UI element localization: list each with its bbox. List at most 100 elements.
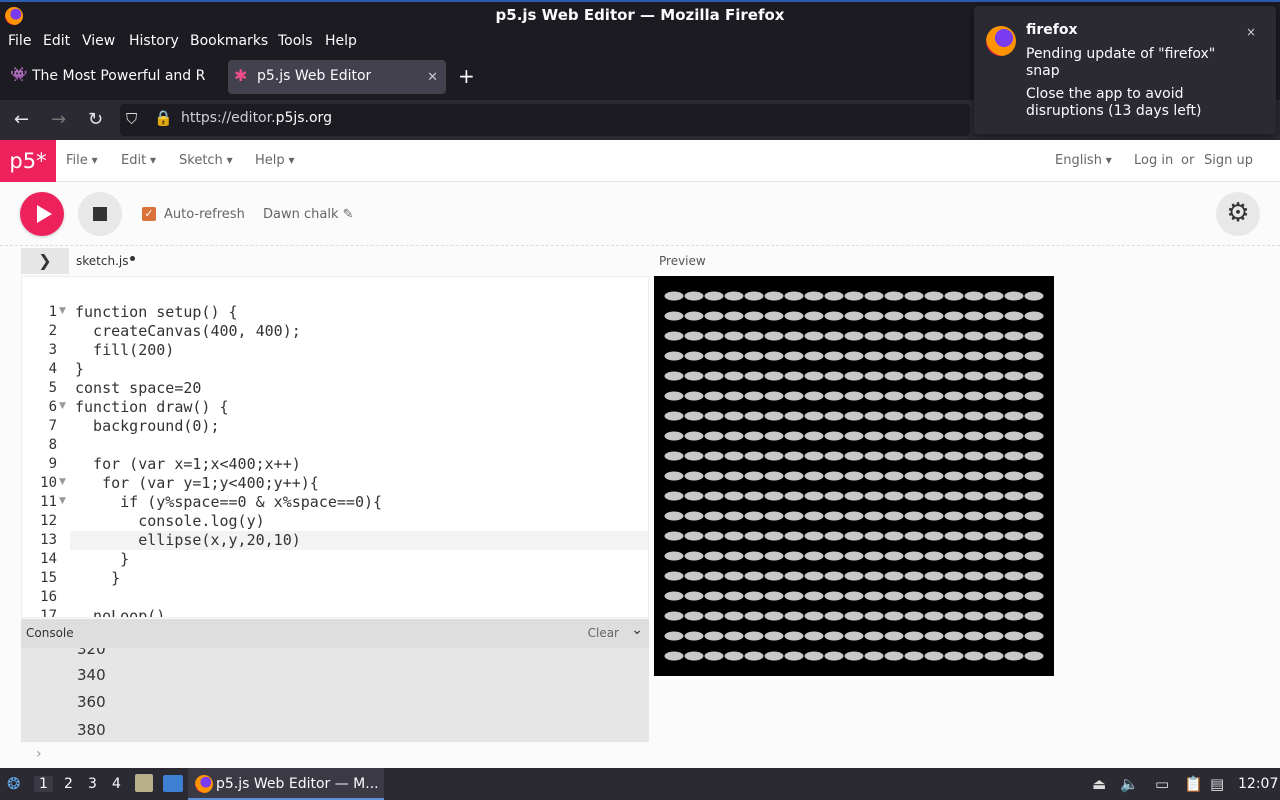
canvas-ellipse [803, 310, 825, 322]
login-link[interactable]: Log in [1134, 153, 1173, 168]
line-number: 10 [40, 475, 57, 491]
code-line[interactable]: ellipse(x,y,20,10) [75, 531, 301, 549]
canvas-ellipse [663, 590, 685, 602]
expand-sidebar-button[interactable]: ❯ [21, 248, 69, 274]
code-line[interactable]: } [75, 569, 120, 587]
snap-update-notification[interactable]: firefox Pending update of "firefox" snap… [974, 6, 1276, 134]
code-line[interactable]: function setup() { [75, 303, 238, 321]
notes-icon[interactable]: ▤ [1210, 775, 1224, 793]
code-line[interactable]: for (var y=1;y<400;y++){ [75, 474, 319, 492]
chevron-down-icon[interactable]: ⌄ [631, 622, 643, 638]
code-line[interactable]: const space=20 [75, 379, 201, 397]
start-menu-icon[interactable]: ❂ [7, 774, 20, 793]
p5-menu-sketch[interactable]: Sketch [179, 153, 233, 168]
file-tab-sketch-js[interactable]: sketch.js [76, 254, 128, 268]
menu-edit[interactable]: Edit [43, 33, 70, 49]
canvas-ellipse [703, 410, 725, 422]
code-line[interactable]: if (y%space==0 & x%space==0){ [75, 493, 382, 511]
canvas-ellipse [943, 550, 965, 562]
canvas-ellipse [783, 650, 805, 662]
canvas-ellipse [903, 530, 925, 542]
canvas-ellipse [743, 630, 765, 642]
display-icon[interactable]: ▭ [1155, 775, 1169, 793]
code-line[interactable]: createCanvas(400, 400); [75, 322, 301, 340]
canvas-ellipse [763, 370, 785, 382]
new-tab-button[interactable]: + [458, 64, 475, 88]
workspace-2[interactable]: 2 [64, 776, 73, 792]
canvas-ellipse [1003, 650, 1025, 662]
menu-view[interactable]: View [82, 33, 115, 49]
fold-arrow-icon[interactable]: ▼ [59, 477, 66, 487]
p5-toolbar: ✓ Auto-refresh Dawn chalk ✎ ⚙ [0, 182, 1280, 246]
taskbar-firefox-window[interactable]: p5.js Web Editor — M... [188, 768, 384, 800]
fold-arrow-icon[interactable]: ▼ [59, 496, 66, 506]
code-line[interactable]: noLoop() [75, 607, 165, 617]
code-line[interactable]: function draw() { [75, 398, 229, 416]
close-icon[interactable]: × [1246, 25, 1256, 39]
sketch-name[interactable]: Dawn chalk ✎ [263, 207, 354, 222]
canvas-ellipse [883, 330, 905, 342]
canvas-ellipse [823, 550, 845, 562]
clipboard-icon[interactable]: 📋 [1184, 775, 1203, 793]
forward-arrow-icon[interactable]: → [51, 109, 66, 130]
canvas-ellipse [983, 470, 1005, 482]
workspace-4[interactable]: 4 [112, 776, 121, 792]
canvas-ellipse [703, 570, 725, 582]
code-line[interactable]: console.log(y) [75, 512, 264, 530]
language-select[interactable]: English [1055, 153, 1112, 168]
code-line[interactable]: for (var x=1;x<400;x++) [75, 455, 301, 473]
fold-arrow-icon[interactable]: ▼ [59, 401, 66, 411]
canvas-ellipse [863, 330, 885, 342]
url-text[interactable]: https://editor.p5js.org [181, 110, 332, 126]
code-line[interactable]: } [75, 550, 129, 568]
code-line[interactable]: background(0); [75, 417, 219, 435]
canvas-ellipse [723, 410, 745, 422]
canvas-ellipse [1023, 550, 1045, 562]
console-input[interactable]: › [21, 742, 649, 768]
canvas-ellipse [703, 390, 725, 402]
shield-icon[interactable]: ⛉ [126, 110, 137, 128]
canvas-ellipse [1023, 350, 1045, 362]
canvas-ellipse [863, 430, 885, 442]
play-button[interactable] [20, 192, 64, 236]
menu-help[interactable]: Help [325, 33, 357, 49]
console-clear-button[interactable]: Clear [588, 626, 619, 640]
workspace-3[interactable]: 3 [88, 776, 97, 792]
back-arrow-icon[interactable]: ← [14, 109, 29, 130]
code-line[interactable]: } [75, 360, 84, 378]
file-manager-icon[interactable] [135, 774, 153, 792]
canvas-ellipse [823, 450, 845, 462]
p5-menu-file[interactable]: File [66, 153, 98, 168]
settings-gear-icon[interactable]: ⚙ [1216, 192, 1260, 236]
code-line[interactable]: fill(200) [75, 341, 174, 359]
canvas-ellipse [663, 350, 685, 362]
tab-p5-editor[interactable]: ✱ p5.js Web Editor ✕ [228, 60, 446, 94]
tab-most-powerful[interactable]: 👾 The Most Powerful and R [4, 60, 224, 94]
menu-file[interactable]: File [8, 33, 31, 49]
show-desktop-icon[interactable] [163, 775, 183, 792]
volume-icon[interactable]: 🔈 [1120, 775, 1139, 793]
lock-icon[interactable]: 🔒 [154, 109, 173, 127]
canvas-ellipse [703, 530, 725, 542]
p5-menu-help[interactable]: Help [255, 153, 294, 168]
canvas-ellipse [963, 430, 985, 442]
p5-menu-edit[interactable]: Edit [121, 153, 156, 168]
p5-logo[interactable]: p5* [0, 140, 56, 182]
eject-icon[interactable]: ⏏ [1092, 775, 1106, 793]
close-tab-icon[interactable]: ✕ [427, 70, 438, 85]
canvas-ellipse [883, 310, 905, 322]
code-editor[interactable]: 1 ▼ 2 3 4 5 6 ▼ 7 8 9 10 ▼ 11 ▼ 12 13 14 15 16 17 function s… [21, 276, 649, 618]
menu-tools[interactable]: Tools [278, 33, 313, 49]
auto-refresh-checkbox[interactable]: ✓ [142, 207, 156, 221]
menu-history[interactable]: History [129, 33, 179, 49]
reload-icon[interactable]: ↻ [88, 109, 103, 130]
canvas-ellipse [803, 330, 825, 342]
signup-link[interactable]: Sign up [1204, 153, 1253, 168]
workspace-1[interactable]: 1 [34, 776, 53, 792]
menu-bookmarks[interactable]: Bookmarks [190, 33, 268, 49]
sketch-canvas[interactable] [654, 276, 1054, 676]
stop-button[interactable] [78, 192, 122, 236]
canvas-ellipse [903, 610, 925, 622]
fold-arrow-icon[interactable]: ▼ [59, 306, 66, 316]
pencil-icon[interactable]: ✎ [343, 207, 354, 222]
